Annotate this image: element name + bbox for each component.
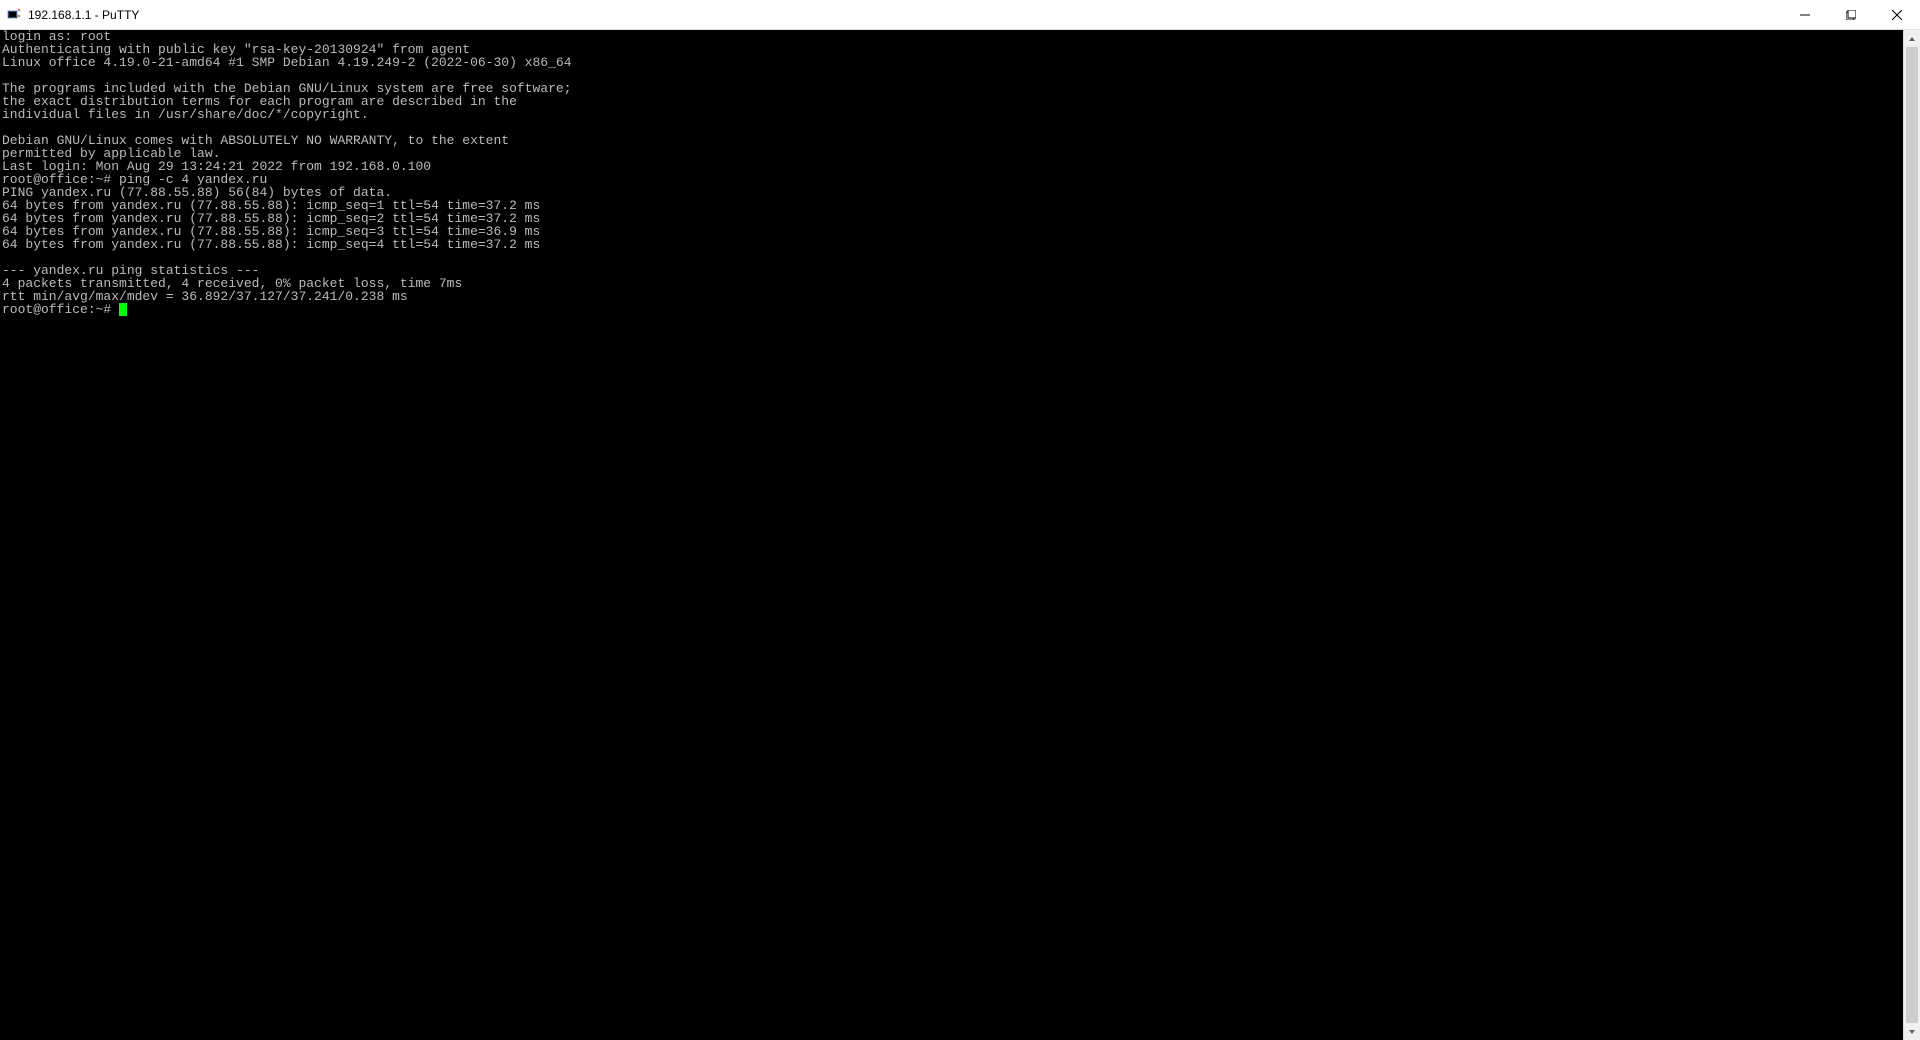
- terminal-line: Linux office 4.19.0-21-amd64 #1 SMP Debi…: [2, 56, 1901, 69]
- scroll-down-arrow[interactable]: [1904, 1023, 1920, 1040]
- putty-icon: [6, 7, 22, 23]
- scrollbar-track[interactable]: [1904, 47, 1920, 1023]
- terminal-container: login as: rootAuthenticating with public…: [0, 30, 1920, 1040]
- window-controls: [1782, 0, 1920, 29]
- terminal-line: Last login: Mon Aug 29 13:24:21 2022 fro…: [2, 160, 1901, 173]
- terminal-output[interactable]: login as: rootAuthenticating with public…: [0, 30, 1903, 1040]
- terminal-line: [2, 251, 1901, 264]
- terminal-cursor: [119, 303, 127, 316]
- close-button[interactable]: [1874, 0, 1920, 29]
- minimize-button[interactable]: [1782, 0, 1828, 29]
- maximize-button[interactable]: [1828, 0, 1874, 29]
- vertical-scrollbar[interactable]: [1903, 30, 1920, 1040]
- terminal-prompt: root@office:~#: [2, 302, 119, 317]
- window-title: 192.168.1.1 - PuTTY: [28, 8, 1782, 22]
- terminal-line: Debian GNU/Linux comes with ABSOLUTELY N…: [2, 134, 1901, 147]
- terminal-line: 64 bytes from yandex.ru (77.88.55.88): i…: [2, 238, 1901, 251]
- scrollbar-thumb[interactable]: [1906, 47, 1918, 1023]
- titlebar: 192.168.1.1 - PuTTY: [0, 0, 1920, 30]
- scroll-up-arrow[interactable]: [1904, 30, 1920, 47]
- terminal-prompt-line: root@office:~#: [2, 303, 1901, 316]
- terminal-line: rtt min/avg/max/mdev = 36.892/37.127/37.…: [2, 290, 1901, 303]
- terminal-line: individual files in /usr/share/doc/*/cop…: [2, 108, 1901, 121]
